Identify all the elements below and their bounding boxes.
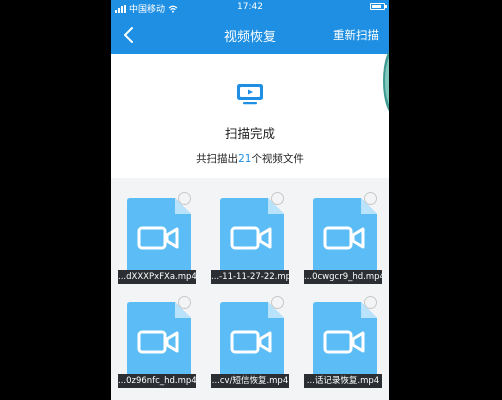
video-file-icon [313,302,377,378]
rescan-button[interactable]: 重新扫描 [333,27,379,43]
select-checkbox[interactable] [178,296,191,309]
video-screen-icon [237,84,263,105]
nav-bar: 视频恢复 重新扫描 [111,16,389,54]
select-checkbox[interactable] [178,192,191,205]
select-checkbox[interactable] [364,192,377,205]
file-name-label: ...话记录恢复.mp4 [304,374,382,388]
scan-summary: 扫描完成 共扫描出21个视频文件 [111,46,389,178]
video-file-card[interactable]: ...0z96nfc_hd.mp4 [115,282,196,388]
video-file-card[interactable]: ...-11-11-27-22.mp4 [208,178,289,284]
battery-icon [370,3,387,10]
video-file-icon [127,198,191,274]
scan-count-text: 共扫描出21个视频文件 [111,151,389,166]
video-file-icon [220,198,284,274]
video-file-card[interactable]: ...dXXXPxFXa.mp4 [115,178,196,284]
count-suffix: 个视频文件 [251,153,304,165]
video-file-icon [313,198,377,274]
count-prefix: 共扫描出 [196,153,239,165]
phone-screen: 中国移动 17:42 视频恢复 重新扫描 扫描完成 共扫描出21个视频文件 ..… [111,0,389,400]
file-grid: ...dXXXPxFXa.mp4 ...-11-11-27-22.mp4 ...… [111,178,389,400]
file-name-label: ...0z96nfc_hd.mp4 [118,374,196,388]
count-value: 21 [238,153,252,165]
scan-status-text: 扫描完成 [224,126,275,141]
video-file-icon [220,302,284,378]
video-file-card[interactable]: ...话记录恢复.mp4 [301,282,382,388]
select-checkbox[interactable] [364,296,377,309]
video-file-card[interactable]: ...cv/短信恢复.mp4 [208,282,289,388]
status-right [370,3,387,10]
clock: 17:42 [237,2,263,12]
file-name-label: ...cv/短信恢复.mp4 [211,374,289,388]
select-checkbox[interactable] [271,192,284,205]
edge-decoration [383,46,389,116]
select-checkbox[interactable] [271,296,284,309]
status-bar: 中国移动 17:42 [111,0,389,16]
video-file-card[interactable]: ...0cwgcr9_hd.mp4 [301,178,382,284]
video-file-icon [127,302,191,378]
